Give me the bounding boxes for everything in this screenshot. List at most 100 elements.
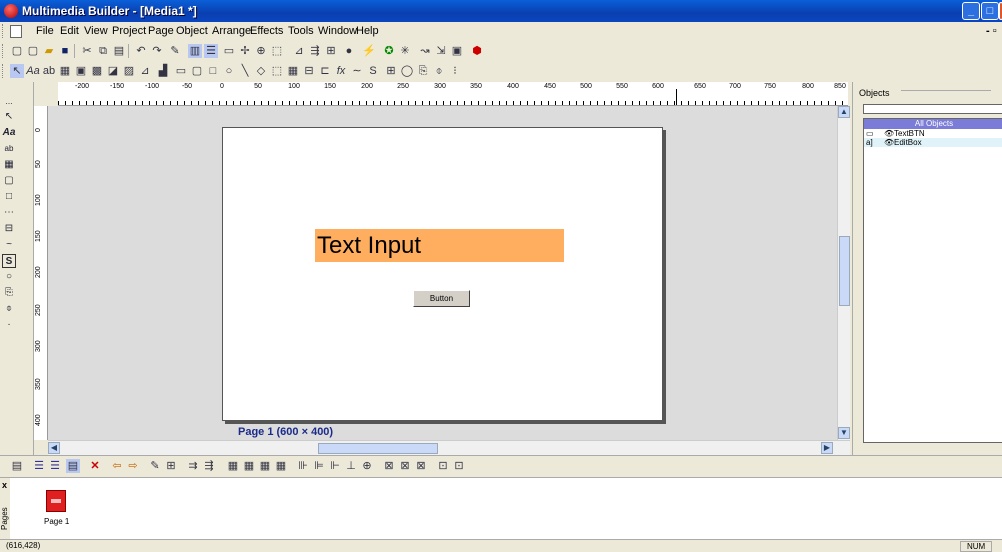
order-icon[interactable]: ⇉	[186, 459, 200, 473]
new-page-icon[interactable]: ▢	[26, 44, 40, 58]
palette-hotspot-icon[interactable]: ⋯	[2, 206, 16, 220]
palette-button-icon[interactable]: ▢	[2, 174, 16, 188]
frame-icon[interactable]: ▭	[222, 44, 236, 58]
palette-wave-icon[interactable]: ~	[2, 238, 16, 252]
size-icon[interactable]: ⊠	[414, 459, 428, 473]
menu-window[interactable]: Window	[318, 25, 357, 37]
save-icon[interactable]: ■	[58, 44, 72, 58]
comment-icon[interactable]: ✪	[382, 44, 396, 58]
menu-view[interactable]: View	[84, 25, 108, 37]
polygon-tool-icon[interactable]: ◇	[254, 64, 268, 78]
menu-effects[interactable]: Effects	[250, 25, 283, 37]
palette-editbox-icon[interactable]: ab	[2, 142, 16, 156]
menu-edit[interactable]: Edit	[60, 25, 79, 37]
view-mode-icon[interactable]: ▥	[188, 44, 202, 58]
palette-table-icon[interactable]: ⊟	[2, 222, 16, 236]
align-icon[interactable]: ⊫	[312, 459, 326, 473]
order-icon[interactable]: ⇶	[202, 459, 216, 473]
html-icon[interactable]: ⊏	[318, 64, 332, 78]
video-icon[interactable]: ▭	[174, 64, 188, 78]
align-icon[interactable]: ⊿	[292, 44, 306, 58]
move-icon[interactable]: ✢	[238, 44, 252, 58]
plugin-icon[interactable]: ⎘	[416, 64, 430, 78]
menu-project[interactable]: Project	[112, 25, 146, 37]
line-tool-icon[interactable]: ╲	[238, 64, 252, 78]
layer-icon[interactable]: ▦	[274, 459, 288, 473]
compile-icon[interactable]: ⇲	[434, 44, 448, 58]
star-icon[interactable]: ✳	[398, 44, 412, 58]
hotspot-icon[interactable]: ⊿	[138, 64, 152, 78]
all-objects-header[interactable]: All Objects	[864, 119, 1002, 129]
cut-icon[interactable]: ✂	[80, 44, 94, 58]
scroll-right-icon[interactable]: ▶	[821, 442, 833, 454]
menu-object[interactable]: Object	[176, 25, 208, 37]
shape-button-icon[interactable]: ▩	[90, 64, 104, 78]
vertical-scroll-thumb[interactable]	[839, 236, 850, 306]
palette-circle-icon[interactable]: ○	[2, 270, 16, 284]
palette-select-icon[interactable]: ↖	[2, 110, 16, 124]
open-icon[interactable]: ▰	[42, 44, 56, 58]
circle-tool-icon[interactable]: ◯	[400, 64, 414, 78]
redo-icon[interactable]: ↷	[150, 44, 164, 58]
align-icon[interactable]: ⊪	[296, 459, 310, 473]
rectangle-tool-icon[interactable]: □	[206, 64, 220, 78]
horizontal-scroll-thumb[interactable]	[318, 443, 438, 454]
maximize-button[interactable]: □	[981, 2, 999, 20]
copy-icon[interactable]: ⧉	[96, 44, 110, 58]
frame-tool-icon[interactable]: ▢	[190, 64, 204, 78]
group-icon[interactable]: ▦	[286, 64, 300, 78]
list-item[interactable]: a] 👁 EditBox	[864, 138, 1002, 147]
distribute-icon[interactable]: ⇶	[308, 44, 322, 58]
bitmap-button-icon[interactable]: ▣	[74, 64, 88, 78]
palette-subroutine-icon[interactable]: S	[2, 254, 16, 268]
space-icon[interactable]: ⊡	[436, 459, 450, 473]
palette-image-icon[interactable]: ▦	[2, 158, 16, 172]
delete-icon[interactable]: ✕	[88, 459, 102, 473]
list-view-icon[interactable]: ☰	[204, 44, 218, 58]
edit-icon[interactable]: ✎	[148, 459, 162, 473]
page-thumbnail[interactable]	[46, 490, 66, 512]
scroll-left-icon[interactable]: ◀	[48, 442, 60, 454]
size-icon[interactable]: ⊠	[382, 459, 396, 473]
list-icon[interactable]: ☰	[32, 459, 46, 473]
align-icon[interactable]: ⊩	[328, 459, 342, 473]
space-icon[interactable]: ⊡	[452, 459, 466, 473]
mdi-controls[interactable]: - ▫	[986, 25, 997, 37]
new-icon[interactable]: ▢	[10, 44, 24, 58]
list-item[interactable]: ▭ 👁 TextBTN	[864, 129, 1002, 138]
objects-filter-field[interactable]	[863, 104, 1002, 114]
align-icon[interactable]: ⊥	[344, 459, 358, 473]
ellipse-tool-icon[interactable]: ○	[222, 64, 236, 78]
zoom-icon[interactable]: ⊕	[254, 44, 268, 58]
properties-icon[interactable]: ⊞	[164, 459, 178, 473]
build-icon[interactable]: ▣	[450, 44, 464, 58]
image-tool-icon[interactable]: ▦	[58, 64, 72, 78]
button-object[interactable]: Button	[413, 290, 470, 307]
menu-tools[interactable]: Tools	[288, 25, 314, 37]
forward-icon[interactable]: ⇨	[126, 459, 140, 473]
select-pointer-icon[interactable]: ↖	[10, 64, 24, 78]
wave-icon[interactable]: ∼	[350, 64, 364, 78]
list-icon[interactable]: ☰	[48, 459, 62, 473]
list-icon[interactable]: ▤	[66, 459, 80, 473]
horizontal-scrollbar[interactable]: ◀ ▶	[48, 440, 850, 455]
page-canvas[interactable]	[222, 127, 663, 421]
run-icon[interactable]: ⬢	[470, 44, 484, 58]
layer-icon[interactable]: ▦	[258, 459, 272, 473]
anchor-icon[interactable]: ⌽	[432, 64, 446, 78]
subroutine-icon[interactable]: S	[366, 64, 380, 78]
back-icon[interactable]: ⇦	[110, 459, 124, 473]
palette-anchor-icon[interactable]: ⌽	[2, 302, 16, 316]
gradient-icon[interactable]: ▨	[122, 64, 136, 78]
format-painter-icon[interactable]: ✎	[168, 44, 182, 58]
vertical-scrollbar[interactable]: ▲ ▼	[837, 106, 850, 440]
scroll-up-icon[interactable]: ▲	[838, 106, 850, 118]
page-icon[interactable]: ▤	[10, 459, 24, 473]
menu-arrange[interactable]: Arrange	[212, 25, 251, 37]
paste-icon[interactable]: ▤	[112, 44, 126, 58]
palette-text-icon[interactable]: Aa	[2, 126, 16, 140]
text-input-object[interactable]: Text Input	[315, 229, 564, 262]
grid-icon[interactable]: ⊞	[324, 44, 338, 58]
visibility-eye-icon[interactable]: 👁	[884, 138, 894, 147]
record-icon[interactable]: ●	[342, 44, 356, 58]
